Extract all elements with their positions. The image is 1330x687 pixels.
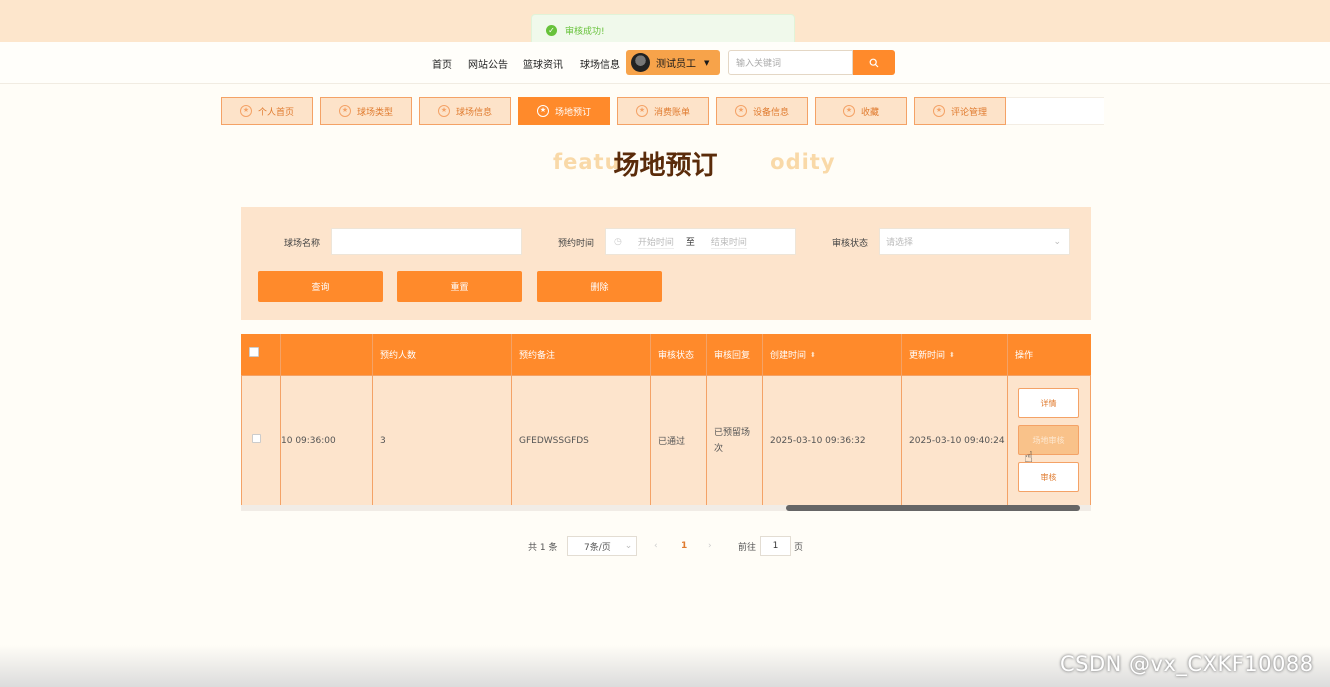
cell-created: 2025-03-10 09:36:32 bbox=[762, 375, 901, 506]
reply-line-2: 次 bbox=[714, 443, 724, 454]
star-icon: ★ bbox=[437, 105, 450, 117]
header-created-label: 创建时间 bbox=[770, 351, 807, 361]
prev-page-icon[interactable]: ‹ bbox=[654, 536, 658, 556]
tab-court-info[interactable]: ★ 球场信息 bbox=[419, 97, 511, 125]
page-size-select[interactable]: 7条/页 ⌄ bbox=[567, 536, 637, 556]
query-button[interactable]: 查询 bbox=[258, 271, 383, 302]
tab-bills[interactable]: ★ 消费账单 bbox=[617, 97, 709, 125]
header-people: 预约人数 bbox=[372, 334, 511, 375]
user-menu-button[interactable]: 测试员工 ▼ bbox=[626, 50, 720, 75]
cell-people: 3 bbox=[372, 375, 511, 506]
goto-label: 前往 bbox=[738, 542, 757, 553]
nav-home[interactable]: 首页 bbox=[432, 56, 452, 71]
tab-label: 球场信息 bbox=[455, 107, 492, 118]
nav-announcements[interactable]: 网站公告 bbox=[468, 56, 508, 71]
tab-court-types[interactable]: ★ 球场类型 bbox=[320, 97, 412, 125]
delete-button[interactable]: 删除 bbox=[537, 271, 662, 302]
chevron-down-icon: ⌄ bbox=[1053, 236, 1061, 247]
tab-label: 收藏 bbox=[860, 107, 879, 118]
star-icon: ★ bbox=[239, 105, 252, 117]
star-icon: ★ bbox=[734, 105, 747, 117]
row-checkbox[interactable] bbox=[252, 434, 261, 443]
watermark: CSDN @vx_CXKF10088 bbox=[1060, 652, 1314, 676]
tab-favorites[interactable]: ★ 收藏 bbox=[815, 97, 907, 125]
check-circle-icon: ✓ bbox=[546, 24, 557, 36]
header-updated[interactable]: 更新时间 ⬍ bbox=[901, 334, 1007, 375]
filter-panel: 球场名称 预约时间 ◷ 开始时间 至 结束时间 审核状态 请选择 ⌄ 查询 重置… bbox=[241, 207, 1091, 320]
tab-label: 消费账单 bbox=[653, 107, 690, 118]
cell-note: GFEDWSSGFDS bbox=[511, 375, 650, 506]
tab-label: 设备信息 bbox=[752, 107, 789, 118]
court-name-label: 球场名称 bbox=[284, 239, 321, 249]
next-page-icon[interactable]: › bbox=[708, 536, 712, 556]
reply-line-1: 已预留场 bbox=[714, 427, 751, 438]
star-icon: ★ bbox=[842, 105, 855, 117]
cell-status: 已通过 bbox=[650, 375, 706, 506]
star-icon: ★ bbox=[536, 105, 549, 117]
toast-text: 审核成功! bbox=[565, 26, 605, 37]
chevron-down-icon: ⌄ bbox=[624, 541, 633, 551]
sort-icon[interactable]: ⬍ bbox=[810, 351, 816, 359]
time-range-separator: 至 bbox=[685, 238, 695, 248]
tab-personal-home[interactable]: ★ 个人首页 bbox=[221, 97, 313, 125]
table-scrollbar-thumb[interactable] bbox=[786, 505, 1080, 511]
search-button[interactable] bbox=[853, 50, 895, 75]
booking-table: 预约人数 预约备注 审核状态 审核回复 创建时间 ⬍ 更新时间 ⬍ 操作 10 … bbox=[241, 334, 1091, 510]
booking-time-label: 预约时间 bbox=[558, 239, 595, 249]
goto-page-input[interactable]: 1 bbox=[760, 536, 791, 556]
tab-venue-booking[interactable]: ★ 场地预订 bbox=[518, 97, 610, 125]
detail-button[interactable]: 详情 bbox=[1018, 388, 1079, 418]
sort-icon[interactable]: ⬍ bbox=[949, 351, 955, 359]
header-reply: 审核回复 bbox=[706, 334, 762, 375]
nav-court-info[interactable]: 球场信息 bbox=[580, 56, 620, 71]
tab-label: 评论管理 bbox=[950, 107, 987, 118]
user-name: 测试员工 bbox=[656, 59, 696, 70]
hand-cursor-icon: ☝ bbox=[1024, 448, 1034, 466]
tab-equipment[interactable]: ★ 设备信息 bbox=[716, 97, 808, 125]
tab-label: 场地预订 bbox=[554, 107, 591, 118]
nav-basketball-news[interactable]: 篮球资讯 bbox=[523, 56, 563, 71]
pagination-total: 共 1 条 bbox=[528, 542, 558, 553]
header-status: 审核状态 bbox=[650, 334, 706, 375]
status-select[interactable]: 请选择 ⌄ bbox=[879, 228, 1070, 255]
header-truncated-column bbox=[280, 334, 372, 375]
select-all-checkbox[interactable] bbox=[249, 347, 259, 357]
reset-button[interactable]: 重置 bbox=[397, 271, 522, 302]
tab-label: 球场类型 bbox=[356, 107, 393, 118]
page-number[interactable]: 1 bbox=[681, 536, 687, 556]
page-suffix: 页 bbox=[794, 542, 804, 553]
search-placeholder: 输入关键词 bbox=[736, 59, 782, 69]
star-icon: ★ bbox=[635, 105, 648, 117]
status-placeholder: 请选择 bbox=[886, 238, 914, 248]
page-title: 场地预订 bbox=[613, 151, 718, 181]
header-actions: 操作 bbox=[1007, 334, 1091, 375]
tab-bar-tail bbox=[1006, 97, 1104, 125]
avatar bbox=[631, 53, 650, 72]
cell-updated: 2025-03-10 09:40:24 bbox=[901, 375, 1007, 506]
page-size-value: 7条/页 bbox=[584, 542, 611, 553]
cell-reply: 已预留场 次 bbox=[706, 375, 762, 506]
review-button[interactable]: 审核 bbox=[1018, 462, 1079, 492]
search-icon bbox=[869, 58, 879, 67]
court-name-input[interactable] bbox=[331, 228, 522, 255]
booking-time-range[interactable]: ◷ 开始时间 至 结束时间 bbox=[605, 228, 796, 255]
header-note: 预约备注 bbox=[511, 334, 650, 375]
time-start-placeholder: 开始时间 bbox=[637, 235, 674, 249]
tab-comments[interactable]: ★ 评论管理 bbox=[914, 97, 1006, 125]
clock-icon: ◷ bbox=[614, 236, 622, 247]
search-input[interactable]: 输入关键词 bbox=[728, 50, 853, 75]
status-label: 审核状态 bbox=[832, 239, 869, 249]
caret-down-icon: ▼ bbox=[704, 58, 710, 67]
tab-label: 个人首页 bbox=[257, 107, 294, 118]
star-icon: ★ bbox=[932, 105, 945, 117]
cell-truncated-time: 10 09:36:00 bbox=[280, 375, 372, 506]
time-end-placeholder: 结束时间 bbox=[710, 235, 747, 249]
star-icon: ★ bbox=[338, 105, 351, 117]
header-updated-label: 更新时间 bbox=[909, 351, 946, 361]
header-created[interactable]: 创建时间 ⬍ bbox=[762, 334, 901, 375]
